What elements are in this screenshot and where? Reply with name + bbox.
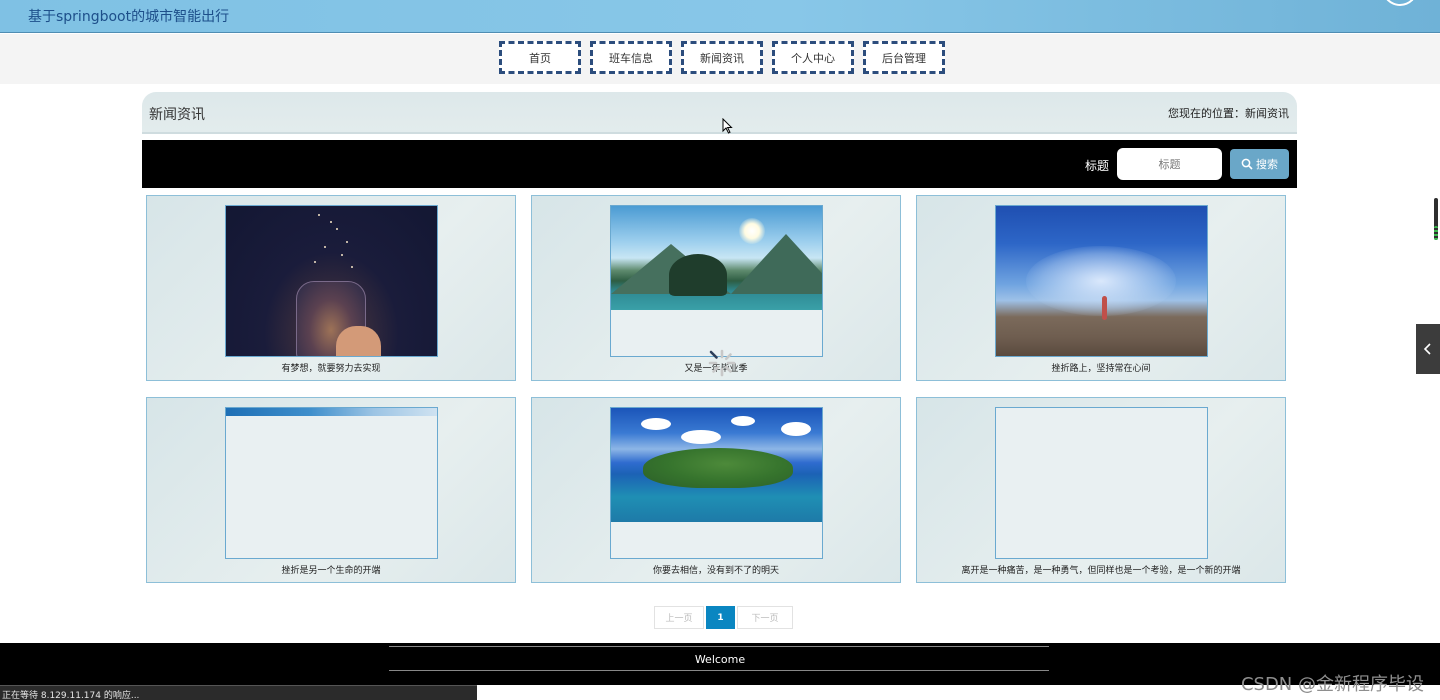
browser-status-bar: 正在等待 8.129.11.174 的响应... [0,685,477,700]
pagination: 上一页 1 下一页 [654,606,793,629]
news-card[interactable]: 你要去相信，没有到不了的明天 [531,397,901,583]
next-page-button[interactable]: 下一页 [737,606,793,629]
loading-spinner-icon [708,349,736,377]
page-title: 新闻资讯 [149,107,205,123]
nav-item-home[interactable]: 首页 [499,41,581,74]
blue-strip-photo [226,408,437,416]
news-thumbnail[interactable] [610,407,823,559]
search-bar: 标题 搜索 [142,140,1297,188]
search-label: 标题 [1085,159,1110,173]
nav-list: 首页 班车信息 新闻资讯 个人中心 后台管理 [499,41,945,74]
news-thumbnail[interactable] [225,407,438,559]
site-footer: Welcome [0,643,1440,685]
side-panel-toggle[interactable] [1416,324,1440,374]
news-thumbnail[interactable] [610,205,823,357]
mouse-cursor-icon [722,118,733,134]
news-title[interactable]: 挫折路上，坚持常在心间 [917,361,1285,374]
user-avatar-icon[interactable] [1382,0,1418,6]
news-card[interactable]: 有梦想，就要努力去实现 [146,195,516,381]
search-button-label: 搜索 [1256,158,1278,171]
prev-page-button[interactable]: 上一页 [654,606,704,629]
news-thumbnail[interactable] [995,205,1208,357]
news-title[interactable]: 你要去相信，没有到不了的明天 [532,563,900,576]
footer-divider [389,646,1049,647]
site-title: 基于springboot的城市智能出行 [28,9,230,25]
nav-item-bus-info[interactable]: 班车信息 [590,41,672,74]
island-photo [611,408,822,522]
nav-item-admin[interactable]: 后台管理 [863,41,945,74]
mountain-lake-photo [611,206,822,310]
footer-text: Welcome [694,653,746,666]
breadcrumb: 您现在的位置： 新闻资讯 [1168,105,1289,121]
breadcrumb-current[interactable]: 新闻资讯 [1245,105,1289,121]
site-header: 基于springboot的城市智能出行 [0,0,1440,33]
search-icon [1241,158,1253,170]
news-title[interactable]: 有梦想，就要努力去实现 [147,361,515,374]
search-input[interactable] [1117,148,1222,180]
footer-divider [389,670,1049,671]
breadcrumb-prefix: 您现在的位置： [1168,107,1245,120]
beach-girl-photo [996,206,1207,356]
page-number-button[interactable]: 1 [706,606,735,629]
scrollbar-indicator [1434,226,1438,240]
nav-item-profile[interactable]: 个人中心 [772,41,854,74]
news-thumbnail[interactable] [225,205,438,357]
news-card[interactable]: 挫折是另一个生命的开端 [146,397,516,583]
news-thumbnail[interactable] [995,407,1208,559]
breadcrumb-bar: 新闻资讯 您现在的位置： 新闻资讯 [142,92,1297,134]
chevron-left-icon [1423,343,1431,355]
news-card[interactable]: 离开是一种痛苦，是一种勇气，但同样也是一个考验，是一个新的开端 [916,397,1286,583]
watermark: CSDN @金新程序毕设 [1240,674,1424,695]
news-card[interactable]: 挫折路上，坚持常在心间 [916,195,1286,381]
main-nav: 首页 班车信息 新闻资讯 个人中心 后台管理 [0,34,1440,84]
search-button[interactable]: 搜索 [1230,149,1289,179]
news-title[interactable]: 挫折是另一个生命的开端 [147,563,515,576]
nav-item-news[interactable]: 新闻资讯 [681,41,763,74]
starry-jar-photo [226,206,437,356]
news-title[interactable]: 离开是一种痛苦，是一种勇气，但同样也是一个考验，是一个新的开端 [917,563,1285,576]
